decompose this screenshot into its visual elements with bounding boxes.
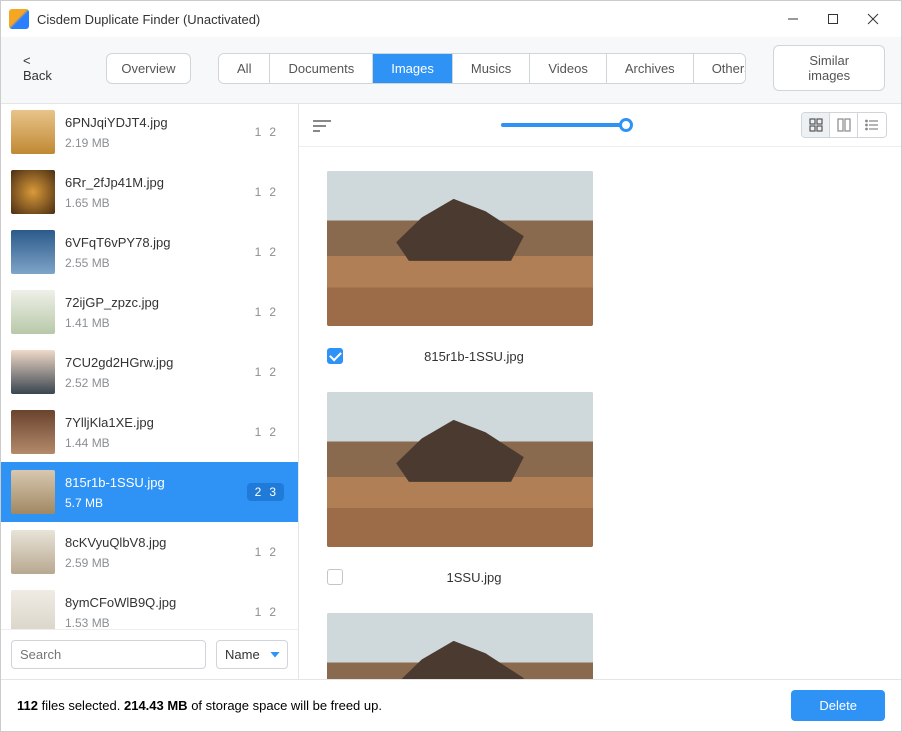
card-image: [327, 613, 593, 679]
search-input[interactable]: [11, 640, 206, 669]
file-counts: 12: [247, 243, 284, 261]
file-counts: 12: [247, 303, 284, 321]
grid-view-button[interactable]: [802, 113, 830, 137]
file-item[interactable]: 7YlljKla1XE.jpg1.44 MB12: [1, 402, 298, 462]
card-image: [327, 392, 593, 547]
file-item[interactable]: 8cKVyuQlbV8.jpg2.59 MB12: [1, 522, 298, 582]
category-tabs: AllDocumentsImagesMusicsVideosArchivesOt…: [218, 53, 746, 84]
similar-images-button[interactable]: Similar images: [773, 45, 885, 91]
close-button[interactable]: [853, 4, 893, 34]
file-thumbnail: [11, 590, 55, 629]
file-thumbnail: [11, 230, 55, 274]
sidebar: 6PNJqiYDJT4.jpg2.19 MB126Rr_2fJp41M.jpg1…: [1, 104, 299, 679]
statusbar: 112 files selected. 214.43 MB of storage…: [1, 679, 901, 731]
file-item[interactable]: 72ijGP_zpzc.jpg1.41 MB12: [1, 282, 298, 342]
tab-others[interactable]: Others: [694, 54, 746, 83]
thumbnail-card[interactable]: 1SSU.jpg: [327, 392, 593, 585]
tab-all[interactable]: All: [219, 54, 270, 83]
file-counts: 12: [247, 423, 284, 441]
file-counts: 12: [247, 363, 284, 381]
file-counts: 12: [247, 543, 284, 561]
sort-icon[interactable]: [313, 118, 331, 132]
file-counts: 12: [247, 123, 284, 141]
sidebar-footer: Name: [1, 629, 298, 679]
minimize-button[interactable]: [773, 4, 813, 34]
card-checkbox[interactable]: [327, 348, 343, 364]
file-counts: 12: [247, 183, 284, 201]
tab-documents[interactable]: Documents: [270, 54, 373, 83]
main: 6PNJqiYDJT4.jpg2.19 MB126Rr_2fJp41M.jpg1…: [1, 104, 901, 679]
file-thumbnail: [11, 290, 55, 334]
file-thumbnail: [11, 350, 55, 394]
file-item[interactable]: 6PNJqiYDJT4.jpg2.19 MB12: [1, 104, 298, 162]
file-item[interactable]: 7CU2gd2HGrw.jpg2.52 MB12: [1, 342, 298, 402]
file-item[interactable]: 6VFqT6vPY78.jpg2.55 MB12: [1, 222, 298, 282]
view-toggle: [801, 112, 887, 138]
tab-musics[interactable]: Musics: [453, 54, 530, 83]
overview-button[interactable]: Overview: [106, 53, 190, 84]
sort-select[interactable]: Name: [216, 640, 288, 669]
card-checkbox[interactable]: [327, 569, 343, 585]
file-item[interactable]: 8ymCFoWlB9Q.jpg1.53 MB12: [1, 582, 298, 629]
app-title: Cisdem Duplicate Finder (Unactivated): [37, 12, 260, 27]
tab-archives[interactable]: Archives: [607, 54, 694, 83]
toolbar: < Back Overview AllDocumentsImagesMusics…: [1, 37, 901, 104]
file-thumbnail: [11, 530, 55, 574]
tab-images[interactable]: Images: [373, 54, 453, 83]
status-text: 112 files selected. 214.43 MB of storage…: [17, 698, 382, 713]
content: 815r1b-1SSU.jpg 1SSU.jpg abc123.jpg: [299, 104, 901, 679]
thumbnail-grid[interactable]: 815r1b-1SSU.jpg 1SSU.jpg abc123.jpg: [299, 147, 901, 679]
app-icon: [9, 9, 29, 29]
content-toolbar: [299, 104, 901, 147]
file-item[interactable]: 815r1b-1SSU.jpg5.7 MB23: [1, 462, 298, 522]
zoom-slider[interactable]: [501, 118, 631, 132]
back-button[interactable]: < Back: [17, 49, 67, 87]
titlebar: Cisdem Duplicate Finder (Unactivated): [1, 1, 901, 37]
file-counts: 23: [247, 483, 284, 501]
file-counts: 12: [247, 603, 284, 621]
tab-videos[interactable]: Videos: [530, 54, 607, 83]
maximize-button[interactable]: [813, 4, 853, 34]
file-thumbnail: [11, 110, 55, 154]
file-item[interactable]: 6Rr_2fJp41M.jpg1.65 MB12: [1, 162, 298, 222]
list-view-button[interactable]: [858, 113, 886, 137]
thumbnail-card[interactable]: abc123.jpg: [327, 613, 593, 679]
file-thumbnail: [11, 410, 55, 454]
card-filename: 1SSU.jpg: [355, 570, 593, 585]
columns-view-button[interactable]: [830, 113, 858, 137]
card-image: [327, 171, 593, 326]
file-list[interactable]: 6PNJqiYDJT4.jpg2.19 MB126Rr_2fJp41M.jpg1…: [1, 104, 298, 629]
file-thumbnail: [11, 470, 55, 514]
delete-button[interactable]: Delete: [791, 690, 885, 721]
card-filename: 815r1b-1SSU.jpg: [355, 349, 593, 364]
thumbnail-card[interactable]: 815r1b-1SSU.jpg: [327, 171, 593, 364]
file-thumbnail: [11, 170, 55, 214]
